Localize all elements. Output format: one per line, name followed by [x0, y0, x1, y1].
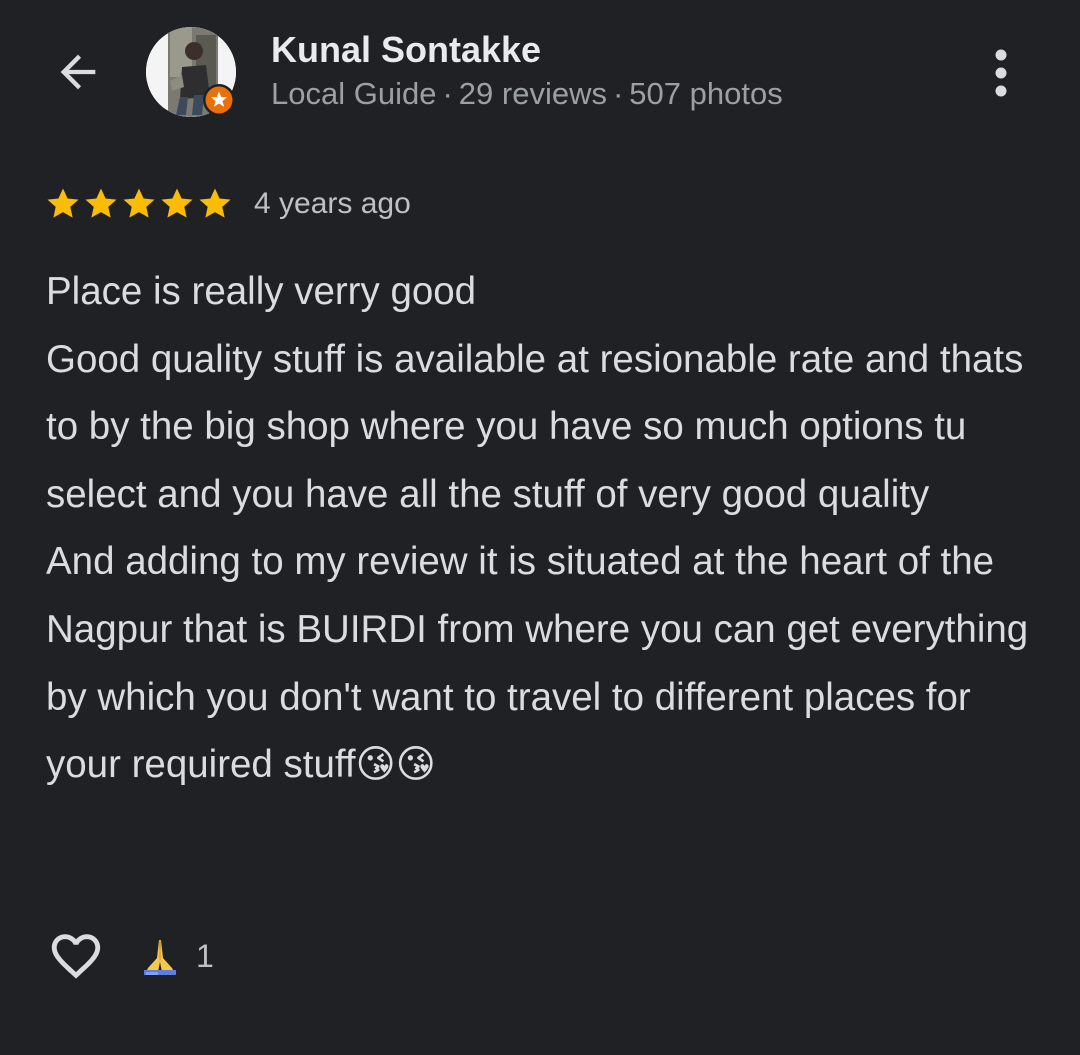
review-header: Kunal Sontakke Local Guide · 29 reviews · 50… [0, 0, 1080, 150]
reviewer-name[interactable]: Kunal Sontakke [271, 28, 541, 72]
reviewer-avatar[interactable] [146, 27, 236, 117]
local-guide-star-badge [202, 83, 236, 117]
star-icon [47, 188, 79, 218]
meta-separator: · [442, 76, 453, 111]
photos-count: 507 photos [629, 76, 783, 111]
star-icon [199, 188, 231, 218]
meta-separator: · [612, 76, 624, 111]
star-icon [161, 188, 193, 218]
reviewer-level: Local Guide [271, 76, 437, 111]
folded-hands-emoji [144, 940, 176, 975]
reaction-summary[interactable]: 1 [138, 924, 214, 988]
reviewer-stats: Local Guide · 29 reviews · 507 photos [271, 74, 783, 114]
reviews-count: 29 reviews [458, 76, 607, 111]
back-button[interactable] [48, 42, 108, 102]
heart-outline-icon [51, 934, 101, 979]
star-icon [85, 188, 117, 218]
more-options-button[interactable] [975, 42, 1027, 104]
star-icon [123, 188, 155, 218]
like-button[interactable] [44, 924, 108, 988]
reaction-count: 1 [196, 938, 214, 974]
rating-row: 4 years ago [44, 182, 411, 226]
arrow-left-icon [60, 54, 96, 90]
review-date: 4 years ago [254, 187, 411, 220]
more-vertical-icon [995, 49, 1007, 97]
star-rating [44, 185, 234, 223]
review-actions: 1 [44, 924, 214, 988]
review-text: Place is really verry good Good quality … [46, 270, 1029, 787]
